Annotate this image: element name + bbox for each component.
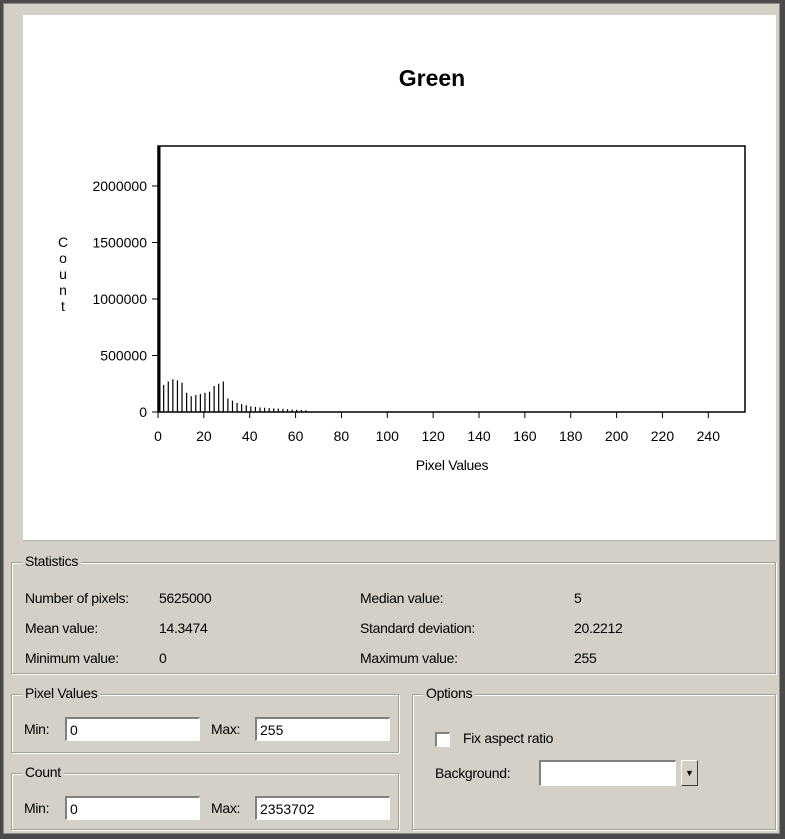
pixel-min-label: Min: — [24, 721, 50, 737]
histogram-bar — [204, 392, 206, 412]
histogram-bar — [296, 409, 298, 412]
x-tick-label: 240 — [697, 428, 721, 444]
y-tick-label: 0 — [139, 404, 147, 420]
num-pixels-label: Number of pixels: — [25, 590, 129, 606]
histogram-bar — [213, 386, 215, 412]
statistics-legend: Statistics — [22, 553, 82, 569]
fix-aspect-checkbox[interactable] — [435, 732, 450, 747]
histogram-bar — [172, 379, 174, 412]
y-tick-label: 1000000 — [92, 291, 147, 307]
chevron-down-icon[interactable]: ▼ — [681, 760, 698, 786]
statistics-group: Statistics Number of pixels: 5625000 Mea… — [11, 553, 776, 674]
background-dropdown[interactable] — [538, 759, 677, 787]
histogram-bar — [199, 393, 201, 412]
histogram-bar — [245, 405, 247, 412]
x-tick-label: 120 — [421, 428, 445, 444]
x-tick-label: 140 — [467, 428, 491, 444]
y-tick-label: 2000000 — [92, 178, 147, 194]
max-value: 255 — [574, 650, 597, 666]
std-label: Standard deviation: — [360, 620, 475, 636]
mean-label: Mean value: — [25, 620, 98, 636]
histogram-bar — [254, 406, 257, 412]
options-legend: Options — [423, 685, 476, 701]
x-tick-label: 180 — [559, 428, 583, 444]
histogram-bar — [208, 391, 211, 412]
max-value-label: Maximum value: — [360, 650, 458, 666]
histogram-bar — [263, 407, 266, 412]
histogram-bar — [291, 409, 293, 412]
y-tick-label: 500000 — [100, 347, 147, 363]
histogram-bar — [231, 400, 234, 412]
x-tick-label: 160 — [513, 428, 537, 444]
x-tick-label: 0 — [154, 428, 162, 444]
min-value: 0 — [159, 650, 167, 666]
y-axis-label: Count — [58, 234, 68, 314]
count-min-input[interactable]: 0 — [64, 795, 201, 821]
x-tick-label: 100 — [376, 428, 400, 444]
std-value: 20.2212 — [574, 620, 623, 636]
histogram-bar — [241, 404, 243, 412]
histogram-bar — [163, 384, 165, 412]
count-max-label: Max: — [211, 800, 241, 816]
histogram-bar — [222, 381, 224, 412]
median-label: Median value: — [360, 590, 444, 606]
pixel-values-legend: Pixel Values — [22, 685, 101, 701]
plot-frame — [157, 145, 746, 413]
histogram-window: Green 0 20 40 60 80 100 120 140 160 180 200 220 240 0 5… — [3, 3, 780, 834]
pixel-values-group: Pixel Values Min: 0 Max: 255 — [11, 685, 399, 753]
histogram-bar — [167, 381, 169, 412]
x-tick-label: 220 — [651, 428, 675, 444]
count-legend: Count — [22, 764, 64, 780]
histogram-bar — [273, 408, 275, 412]
histogram-bar — [158, 146, 161, 412]
histogram-bar — [259, 407, 261, 412]
background-label: Background: — [435, 765, 511, 781]
histogram-bar — [300, 409, 302, 412]
fix-aspect-label[interactable]: Fix aspect ratio — [463, 730, 553, 746]
chart-title: Green — [399, 65, 465, 91]
histogram-bar — [250, 406, 252, 412]
histogram-bar — [190, 396, 192, 412]
histogram-bar — [268, 408, 270, 412]
histogram-bar — [181, 382, 183, 412]
pixel-max-input[interactable]: 255 — [254, 716, 391, 742]
options-group: Options Fix aspect ratio Background: ▼ — [412, 685, 776, 830]
histogram-bar — [195, 395, 197, 412]
count-group: Count Min: 0 Max: 2353702 — [11, 764, 399, 830]
num-pixels-value: 5625000 — [159, 590, 212, 606]
x-tick-label: 200 — [605, 428, 629, 444]
histogram-bar — [218, 383, 220, 412]
histogram-bar — [282, 408, 284, 412]
histogram-bar — [286, 409, 289, 412]
y-tick-label: 1500000 — [92, 234, 147, 250]
pixel-max-label: Max: — [211, 721, 241, 737]
histogram-bar — [186, 392, 188, 412]
mean-value: 14.3474 — [159, 620, 208, 636]
x-tick-label: 40 — [242, 428, 258, 444]
histogram-bar — [236, 402, 238, 412]
x-tick-label: 60 — [288, 428, 304, 444]
x-tick-label: 20 — [196, 428, 212, 444]
x-axis-label: Pixel Values — [416, 457, 489, 473]
count-max-input[interactable]: 2353702 — [254, 795, 391, 821]
histogram-bar — [305, 410, 307, 412]
histogram-bar — [227, 398, 229, 412]
pixel-min-input[interactable]: 0 — [64, 716, 201, 742]
count-min-label: Min: — [24, 800, 50, 816]
histogram-bar — [176, 380, 179, 412]
min-value-label: Minimum value: — [25, 650, 119, 666]
median-value: 5 — [574, 590, 582, 606]
x-tick-label: 80 — [334, 428, 350, 444]
histogram-bar — [277, 408, 279, 412]
histogram-chart: Green 0 20 40 60 80 100 120 140 160 180 200 220 240 0 5… — [58, 65, 746, 473]
histogram-chart-panel: Green 0 20 40 60 80 100 120 140 160 180 200 220 240 0 5… — [23, 15, 776, 541]
